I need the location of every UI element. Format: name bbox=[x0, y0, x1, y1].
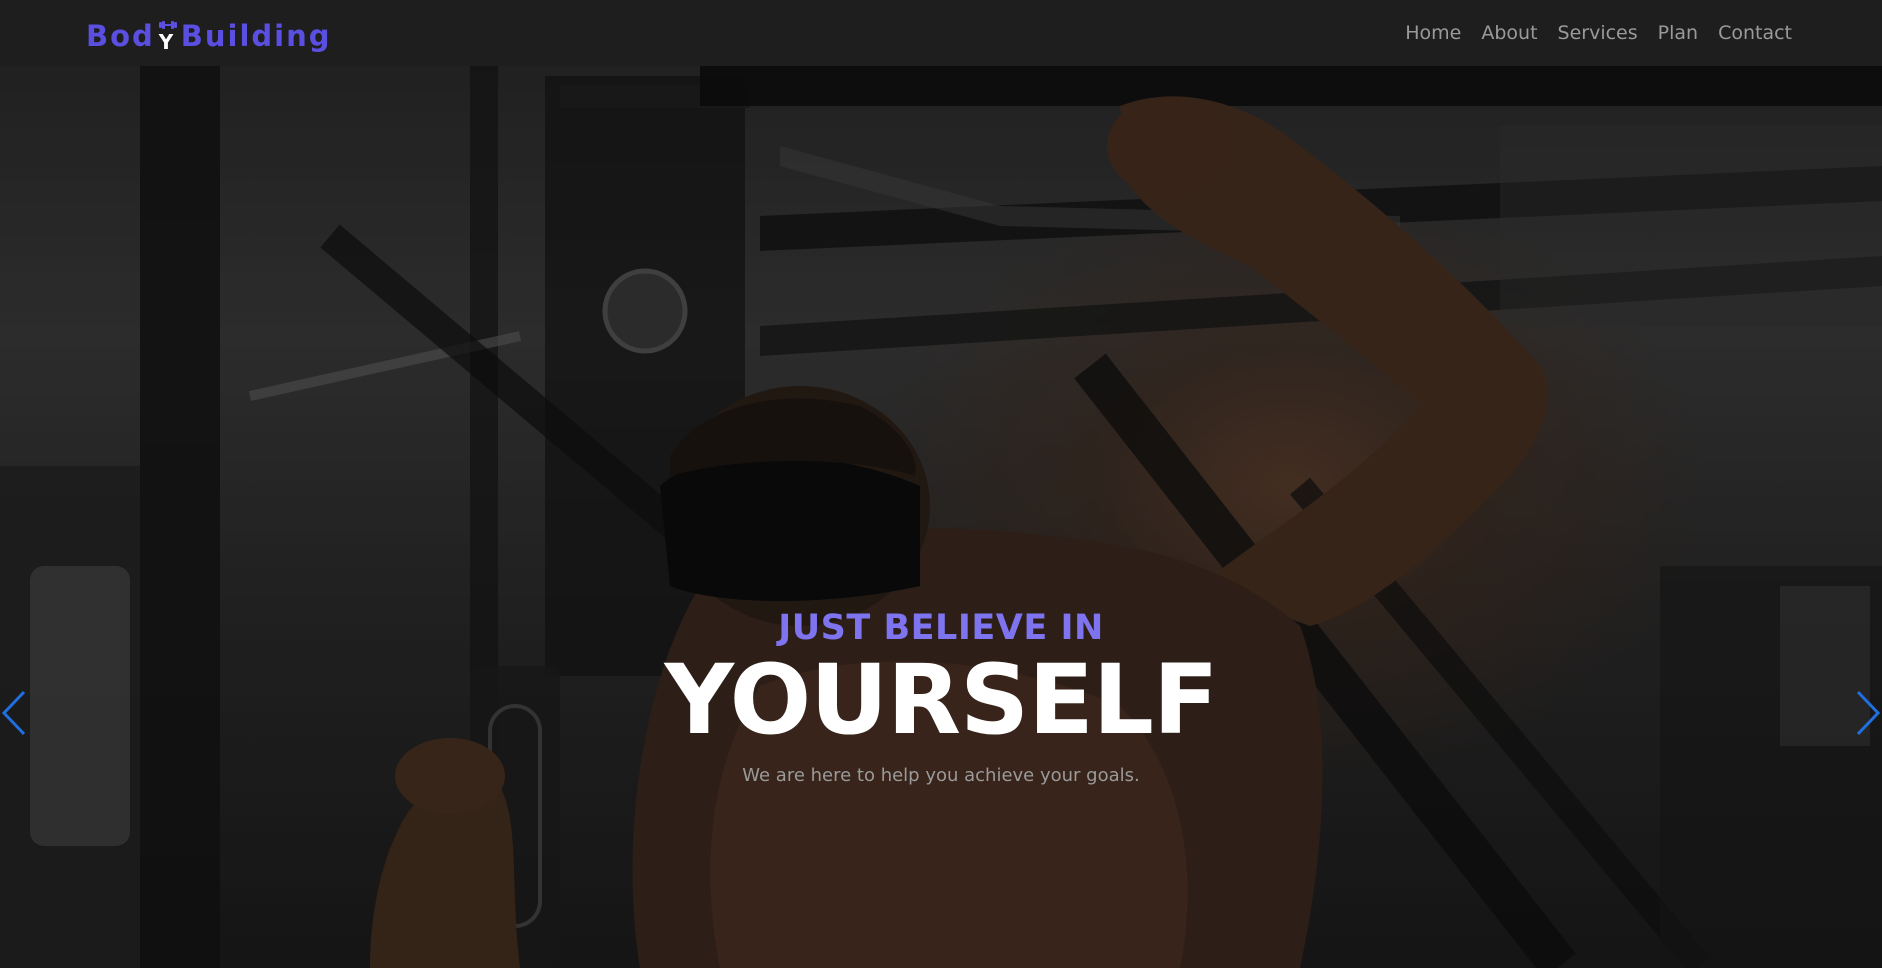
hero-caption: JUST BELIEVE IN YOURSELF We are here to … bbox=[0, 606, 1882, 788]
stock-watermark-text: 784 bbox=[0, 886, 2, 928]
hero-carousel: JUST BELIEVE IN YOURSELF We are here to … bbox=[0, 66, 1882, 968]
nav-link-home[interactable]: Home bbox=[1405, 22, 1461, 44]
navbar: Bod Y Building Home About Services Plan … bbox=[0, 0, 1882, 66]
brand-mark: Y bbox=[156, 19, 180, 53]
hero-dark-overlay bbox=[0, 66, 1882, 968]
hero-title: YOURSELF bbox=[664, 644, 1218, 756]
nav-link-services[interactable]: Services bbox=[1558, 22, 1638, 44]
brand-mark-letter: Y bbox=[158, 30, 174, 54]
hero-subtitle: We are here to help you achieve your goa… bbox=[742, 765, 1140, 786]
carousel-next-button[interactable] bbox=[1852, 688, 1882, 738]
chevron-left-icon bbox=[1, 690, 26, 736]
nav-link-contact[interactable]: Contact bbox=[1718, 22, 1792, 44]
brand-logo[interactable]: Bod Y Building bbox=[86, 13, 332, 53]
nav-link-plan[interactable]: Plan bbox=[1658, 22, 1698, 44]
chevron-right-icon bbox=[1856, 690, 1881, 736]
carousel-prev-button[interactable] bbox=[0, 688, 30, 738]
nav-menu: Home About Services Plan Contact bbox=[1405, 0, 1792, 66]
dumbbell-icon bbox=[158, 21, 177, 29]
nav-link-about[interactable]: About bbox=[1481, 22, 1537, 44]
brand-name-part2: Building bbox=[180, 19, 332, 53]
brand-name-part1: Bod bbox=[86, 19, 155, 53]
